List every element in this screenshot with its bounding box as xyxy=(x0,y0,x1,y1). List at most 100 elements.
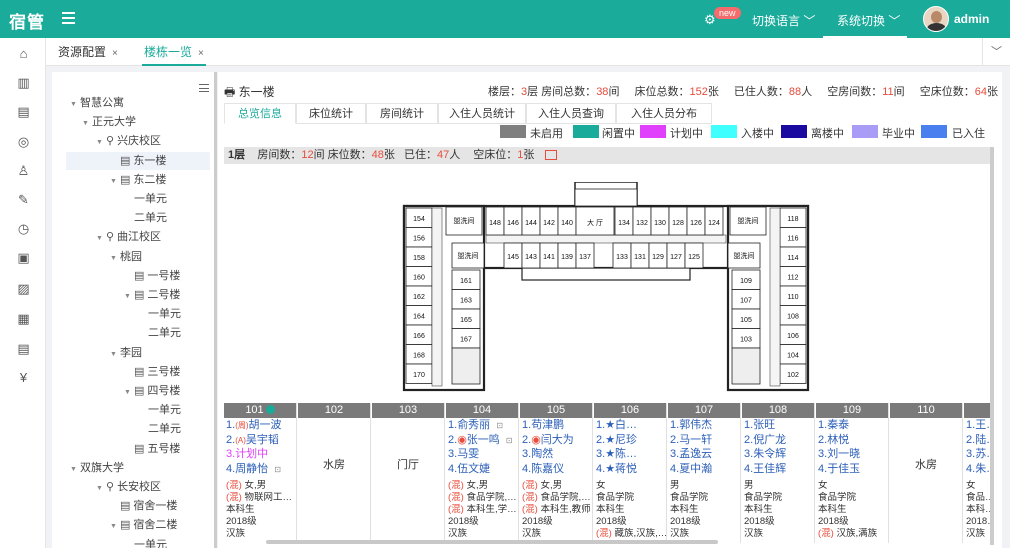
home-icon[interactable]: ⌂ xyxy=(16,46,31,61)
caret-icon[interactable]: ▼ xyxy=(82,115,92,133)
plan-room-label[interactable]: 148 xyxy=(489,220,501,227)
room-number[interactable]: 103 xyxy=(372,403,444,418)
tree-node[interactable]: ▼ ▤ 宿舍二楼 xyxy=(110,516,177,534)
tree-node[interactable]: ▤ 五号楼 xyxy=(124,440,180,458)
plan-room-label[interactable]: 162 xyxy=(413,294,425,301)
room-number[interactable]: 104 xyxy=(446,403,518,418)
tree-node[interactable]: ▤ 东一楼 xyxy=(66,151,210,170)
occupant-name[interactable]: 王… xyxy=(975,419,990,431)
room-number[interactable]: 108 xyxy=(742,403,814,418)
plan-room-label[interactable]: 164 xyxy=(413,314,425,321)
occupant-entry[interactable]: 4.陈嘉仪 xyxy=(520,462,592,477)
tab-building-overview[interactable]: 楼栋一览 × xyxy=(142,38,206,66)
occupant-name[interactable]: 胡一波 xyxy=(249,419,282,431)
plan-room-label[interactable]: 156 xyxy=(413,236,425,243)
caret-icon[interactable]: ▼ xyxy=(124,288,134,306)
room-number[interactable]: 110 xyxy=(890,403,962,418)
edit-icon[interactable]: ⊡ xyxy=(274,465,281,474)
tree-node[interactable]: ▼ 桃园 xyxy=(110,248,142,266)
tree-node[interactable]: ▼ 智慧公寓 xyxy=(70,94,124,112)
occupant-name[interactable]: 林悦 xyxy=(827,434,849,446)
plan-room-label[interactable]: 160 xyxy=(413,275,425,282)
language-switch[interactable]: 切换语言 ﹀ xyxy=(752,12,815,29)
caret-icon[interactable]: ▼ xyxy=(110,346,120,364)
user-name[interactable]: admin xyxy=(954,12,989,26)
tree-node[interactable]: ▼ ▤ 东二楼 xyxy=(110,171,166,189)
plan-room-label[interactable]: 145 xyxy=(507,254,519,261)
occupant-entry[interactable]: 4.伍文婕 xyxy=(446,462,518,477)
plan-room-label[interactable]: 124 xyxy=(708,220,720,227)
plan-room-label[interactable]: 131 xyxy=(634,254,646,261)
plan-room-label[interactable]: 141 xyxy=(543,254,555,261)
occupant-entry[interactable]: 1.俞秀丽 ⊡ xyxy=(446,418,518,433)
plan-room-label[interactable]: 112 xyxy=(787,275,798,282)
plan-room-label[interactable]: 105 xyxy=(740,317,752,324)
occupant-entry[interactable]: 1.张旺 xyxy=(742,418,814,433)
tree-node[interactable]: ▼ 李园 xyxy=(110,344,142,362)
occupant-name[interactable]: 朱令辉 xyxy=(753,448,786,460)
plan-room-label[interactable]: 127 xyxy=(670,254,682,261)
tree-node[interactable]: ▤ 宿舍一楼 xyxy=(110,497,177,515)
calendar-icon[interactable]: ▤ xyxy=(16,341,31,356)
room-card[interactable]: 101 1.(周)胡一波 2.(A)吴宇韬 3.计划中 4.周静怡 ⊡ (混) 女,男 (混)… xyxy=(224,403,297,543)
occupant-entry[interactable]: 1.苟津鹏 xyxy=(520,418,592,433)
close-icon[interactable]: × xyxy=(198,48,204,59)
tree-node[interactable]: ▤ 一号楼 xyxy=(124,267,180,285)
plan-room-label[interactable]: 109 xyxy=(740,278,752,285)
plan-room-label[interactable]: 108 xyxy=(787,314,799,321)
occupant-name[interactable]: 张旺 xyxy=(753,419,775,431)
tree-node[interactable]: ▼ 正元大学 xyxy=(82,113,136,131)
occupant-name[interactable]: 陈嘉仪 xyxy=(531,463,564,475)
plan-room-label[interactable]: 154 xyxy=(413,216,425,223)
subtab[interactable]: 入住人员统计 xyxy=(438,103,526,124)
plan-washroom-label[interactable]: 盥洗间 xyxy=(738,216,759,225)
floorplan-image-icon[interactable] xyxy=(545,150,558,161)
occupant-name[interactable]: 夏中瀚 xyxy=(679,463,712,475)
room-card[interactable]: 103 门厅 xyxy=(372,403,445,543)
caret-icon[interactable]: ▼ xyxy=(96,480,106,498)
occupant-name[interactable]: ★陈… xyxy=(605,448,637,460)
tab-resource-config[interactable]: 资源配置 × xyxy=(58,38,118,66)
menu-toggle-icon[interactable] xyxy=(62,12,75,24)
occupant-name[interactable]: 朱… xyxy=(975,463,990,475)
caret-icon[interactable]: ▼ xyxy=(110,518,120,536)
occupant-entry[interactable]: 3.刘一晓 xyxy=(816,447,888,462)
room-number[interactable]: 111 xyxy=(964,403,990,418)
tree-node[interactable]: ▼ ⚲ 兴庆校区 xyxy=(96,132,161,150)
room-card[interactable]: 106 1.★白… 2.★尼珍 3.★陈… 4.★蒋悦女食品学院 本科生 2018级 (混) … xyxy=(594,403,667,543)
plan-room-label[interactable]: 125 xyxy=(688,254,700,261)
main-scrollbar[interactable] xyxy=(990,147,994,545)
subtab[interactable]: 房间统计 xyxy=(366,103,438,124)
occupant-entry[interactable]: 4.周静怡 ⊡ xyxy=(224,462,296,477)
caret-icon[interactable]: ▼ xyxy=(96,134,106,152)
plan-room-label[interactable]: 126 xyxy=(690,220,702,227)
occupant-name[interactable]: ★白… xyxy=(605,419,637,431)
plan-room-label[interactable]: 132 xyxy=(636,220,648,227)
tree-node[interactable]: 一单元 xyxy=(138,305,181,323)
room-number[interactable]: 106 xyxy=(594,403,666,418)
plan-washroom-label[interactable]: 盥洗间 xyxy=(734,251,755,260)
plan-room-label[interactable]: 114 xyxy=(787,255,798,262)
tree-node[interactable]: ▤ 三号楼 xyxy=(124,363,180,381)
tree-node[interactable]: 二单元 xyxy=(138,324,181,342)
occupant-name[interactable]: 郭伟杰 xyxy=(679,419,712,431)
tree-node[interactable]: ▼ ⚲ 长安校区 xyxy=(96,478,161,496)
occupant-entry[interactable]: 3.马雯 xyxy=(446,447,518,462)
occupant-entry[interactable]: 2.◉闫大为 xyxy=(520,433,592,448)
person-key-icon[interactable]: ♙ xyxy=(16,163,31,178)
yen-icon[interactable]: ¥ xyxy=(16,370,31,385)
plan-room-label[interactable]: 130 xyxy=(654,220,666,227)
caret-icon[interactable]: ▼ xyxy=(96,230,106,248)
occupant-entry[interactable]: 3.计划中 xyxy=(224,447,296,462)
printer-icon[interactable]: 🖶 xyxy=(224,85,235,99)
plan-room-label[interactable]: 161 xyxy=(460,278,472,285)
room-number[interactable]: 102 xyxy=(298,403,370,418)
collapse-menu-icon[interactable] xyxy=(199,84,209,92)
occupant-entry[interactable]: 3.朱令辉 xyxy=(742,447,814,462)
plan-room-label[interactable]: 166 xyxy=(413,333,425,340)
occupant-entry[interactable]: 3.陶然 xyxy=(520,447,592,462)
room-card[interactable]: 109 1.秦泰 2.林悦 3.刘一晓 4.于佳玉女食品学院 本科生 2018级 (混) 汉族… xyxy=(816,403,889,543)
tree-node[interactable]: 一单元 xyxy=(124,190,167,208)
tree-node[interactable]: ▼ 双旗大学 xyxy=(70,459,124,477)
room-card[interactable]: 1111.王…2.陆…3.苏…4.朱… 女食品…本科…2018…汉族 xyxy=(964,403,990,543)
